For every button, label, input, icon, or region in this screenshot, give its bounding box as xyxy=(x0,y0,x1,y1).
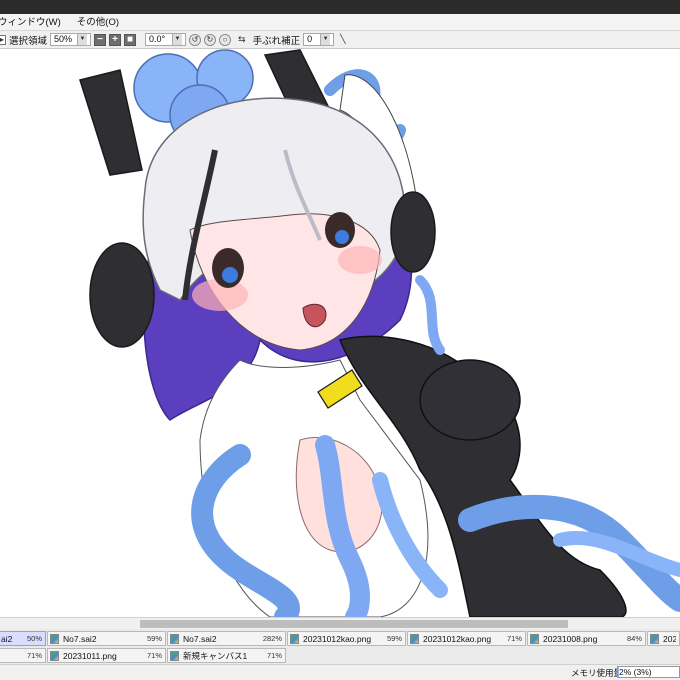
thumbnail-icon xyxy=(410,633,419,644)
document-tabs: ai2 50% No7.sai2 59% No7.sai2 282% 20231… xyxy=(0,629,680,664)
doc-tab[interactable]: 20231011.png 71% xyxy=(47,648,166,663)
thumbnail-icon xyxy=(170,633,179,644)
artwork-illustration xyxy=(79,49,680,617)
stabilizer-dropdown[interactable]: 0 ▼ xyxy=(303,33,335,46)
menu-window[interactable]: ウィンドウ(W) xyxy=(0,14,69,31)
doc-tab[interactable]: ai2 50% xyxy=(0,631,46,646)
zoom-dropdown[interactable]: 50% ▼ xyxy=(50,33,92,46)
status-bar: メモリ使用量 2% (3%) xyxy=(0,664,680,680)
menu-other[interactable]: その他(O) xyxy=(69,14,127,31)
chevron-down-icon: ▼ xyxy=(320,34,331,45)
memory-usage-meter: 2% (3%) xyxy=(617,666,680,678)
line-tool-icon[interactable]: ╲ xyxy=(340,34,345,45)
zoom-value: 50% xyxy=(54,34,73,44)
thumbnail-icon xyxy=(170,650,179,661)
stabilizer-label: 手ぶれ補正 xyxy=(252,35,301,47)
zoom-reset-button[interactable]: ■ xyxy=(124,33,137,46)
chevron-down-icon: ▼ xyxy=(172,34,183,45)
rotation-input[interactable]: 0.0° ▼ xyxy=(145,33,187,46)
doc-tab[interactable]: 2023 xyxy=(647,631,680,646)
zoom-out-button[interactable]: − xyxy=(94,33,107,46)
rotate-reset-icon[interactable]: ○ xyxy=(219,33,232,46)
doc-tab[interactable]: 71% xyxy=(0,648,46,663)
stabilizer-value: 0 xyxy=(307,34,313,44)
memory-usage-value: 2% (3%) xyxy=(619,667,652,677)
rotation-value: 0.0° xyxy=(149,34,166,44)
rotate-cw-icon[interactable]: ↻ xyxy=(204,33,217,46)
toolbar: ▸ 選択領域 50% ▼ − + ■ 0.0° ▼ ↺ ↻ ○ ⇆ 手ぶれ補正 … xyxy=(0,31,680,49)
menu-bar: ウィンドウ(W) その他(O) xyxy=(0,14,680,31)
doc-tab[interactable]: 20231012kao.png 59% xyxy=(287,631,406,646)
thumbnail-icon xyxy=(290,633,299,644)
selection-checkbox[interactable]: ▸ xyxy=(0,34,6,45)
rotate-ccw-icon[interactable]: ↺ xyxy=(189,33,202,46)
doc-tab[interactable]: 20231012kao.png 71% xyxy=(407,631,526,646)
drawing-canvas[interactable] xyxy=(0,49,680,617)
selection-area-label: 選択領域 xyxy=(9,35,48,47)
flip-horizontal-icon[interactable]: ⇆ xyxy=(238,34,246,45)
doc-tab[interactable]: No7.sai2 59% xyxy=(47,631,166,646)
doc-tab[interactable]: 20231008.png 84% xyxy=(527,631,646,646)
doc-tab[interactable]: No7.sai2 282% xyxy=(167,631,286,646)
thumbnail-icon xyxy=(50,650,59,661)
thumbnail-icon xyxy=(530,633,539,644)
scrollbar-thumb[interactable] xyxy=(140,620,568,628)
thumbnail-icon xyxy=(650,633,659,644)
chevron-down-icon: ▼ xyxy=(77,34,88,45)
memory-usage-label: メモリ使用量 xyxy=(571,668,623,678)
horizontal-scrollbar[interactable] xyxy=(0,617,680,629)
zoom-in-button[interactable]: + xyxy=(109,33,122,46)
title-bar xyxy=(0,0,680,14)
doc-tab[interactable]: 新規キャンバス1 71% xyxy=(167,648,286,663)
thumbnail-icon xyxy=(50,633,59,644)
